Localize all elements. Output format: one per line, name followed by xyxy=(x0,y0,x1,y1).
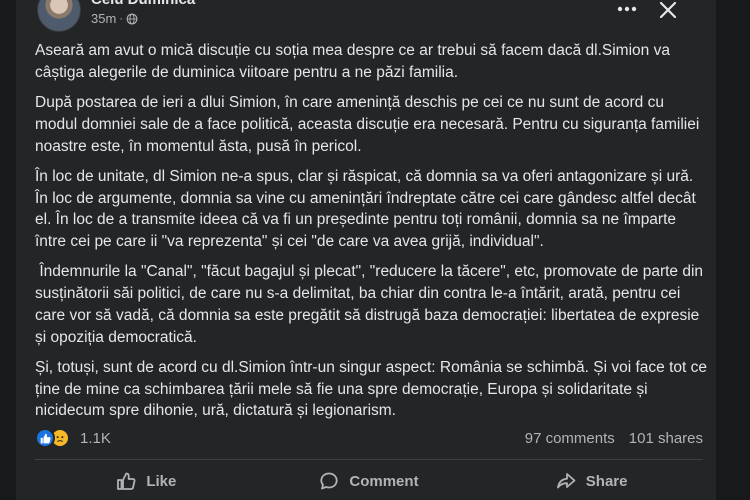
post-stats: 97 comments 101 shares xyxy=(525,430,703,447)
comments-count[interactable]: 97 comments xyxy=(525,430,615,447)
post-paragraph: Îndemnurile la "Canal", "făcut bagajul ș… xyxy=(35,263,708,346)
more-options-button[interactable] xyxy=(612,0,642,24)
close-icon xyxy=(659,1,677,19)
post-timestamp[interactable]: 35m xyxy=(91,11,116,26)
share-icon xyxy=(556,473,576,489)
share-button[interactable]: Share xyxy=(482,463,702,499)
meta-separator: · xyxy=(119,12,123,25)
like-button[interactable]: Like xyxy=(36,463,256,499)
like-icon xyxy=(35,428,55,448)
action-bar: Like Comment Share xyxy=(35,462,703,500)
post-header: Celu Duminica 35m · xyxy=(16,0,716,34)
post-paragraph: După postarea de ieri a dlui Simion, în … xyxy=(35,94,704,155)
divider xyxy=(35,459,703,460)
close-button[interactable] xyxy=(652,0,684,26)
post-paragraph: În loc de unitate, dl Simion ne-a spus, … xyxy=(35,167,701,250)
shares-count[interactable]: 101 shares xyxy=(629,430,703,447)
globe-icon[interactable] xyxy=(126,13,138,25)
reactions-bar: 1.1K 97 comments 101 shares xyxy=(35,426,703,450)
post-card: Celu Duminica 35m · Aseară am avu xyxy=(16,0,716,500)
author-name[interactable]: Celu Duminica xyxy=(91,0,195,8)
reaction-icons[interactable] xyxy=(35,428,70,448)
more-icon xyxy=(617,6,637,12)
post-meta: 35m · xyxy=(91,11,138,26)
post-text: Aseară am avut o mică discuție cu soția … xyxy=(35,40,707,431)
thumbs-up-icon xyxy=(117,472,136,490)
post-paragraph: Și, totuși, sunt de acord cu dl.Simion î… xyxy=(35,358,712,420)
like-label: Like xyxy=(146,472,177,490)
share-label: Share xyxy=(585,472,628,490)
author-avatar[interactable] xyxy=(37,0,81,32)
comment-button[interactable]: Comment xyxy=(259,463,479,499)
comment-icon xyxy=(320,472,338,490)
comment-label: Comment xyxy=(349,472,419,490)
post-paragraph: Aseară am avut o mică discuție cu soția … xyxy=(35,42,675,81)
reaction-count[interactable]: 1.1K xyxy=(80,430,111,447)
